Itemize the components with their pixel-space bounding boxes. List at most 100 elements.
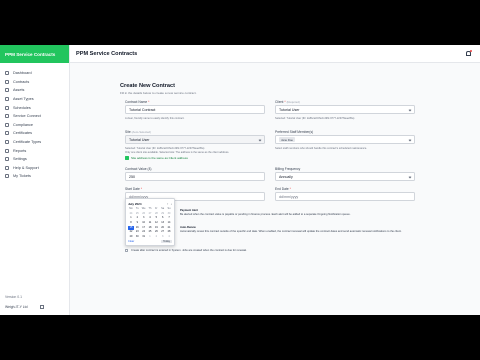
date-cell[interactable]: 1	[128, 216, 134, 220]
prev-month-icon[interactable]: ↑	[167, 202, 169, 206]
date-cell[interactable]: 6	[160, 216, 166, 220]
date-cell[interactable]: 9	[134, 221, 140, 225]
date-cell[interactable]: 14	[166, 221, 172, 225]
clear-button[interactable]: Clear	[128, 240, 134, 243]
sidebar-item-compliance[interactable]: Compliance	[0, 121, 69, 130]
list-icon	[5, 140, 9, 145]
ticket-icon	[5, 174, 9, 179]
date-cell[interactable]: 26	[141, 212, 147, 216]
date-cell[interactable]: 1	[147, 235, 153, 239]
contract-value-label: Contract Value (£)	[125, 167, 152, 171]
sidebar-item-label: Help & Support	[13, 165, 39, 170]
site-label: Site (Auto-Selected)	[125, 130, 152, 134]
sidebar-item-asset-types[interactable]: Asset Types	[0, 95, 69, 104]
date-cell[interactable]: 18	[147, 226, 153, 230]
chart-icon	[5, 148, 9, 153]
date-cell[interactable]: 4	[166, 235, 172, 239]
date-picker-popup: July 2024 ↑ ↓ Mo Tu We Th Fr Sa Su 24 25 26 27 28 29…	[125, 198, 175, 246]
date-cell[interactable]: 29	[128, 235, 134, 239]
sidebar-item-certificate-types[interactable]: Certificate Types	[0, 138, 69, 147]
sidebar-item-assets[interactable]: Assets	[0, 86, 69, 95]
end-date-input[interactable]: dd/mm/yyyy	[275, 192, 415, 201]
date-cell[interactable]: 16	[134, 226, 140, 230]
date-cell[interactable]: 19	[153, 226, 159, 230]
date-cell[interactable]: 27	[147, 212, 153, 216]
box-icon	[5, 88, 9, 93]
sidebar-item-label: My Tickets	[13, 174, 31, 179]
date-cell[interactable]: 8	[128, 221, 134, 225]
renewal-checkbox[interactable]	[125, 249, 129, 253]
date-cell[interactable]: 5	[153, 216, 159, 220]
user-menu[interactable]: Weigh-IT-Y Ltd	[5, 305, 44, 309]
date-cell[interactable]: 10	[141, 221, 147, 225]
date-cell[interactable]: 3	[160, 235, 166, 239]
site-select[interactable]: Tutorial User	[125, 135, 265, 144]
date-cell[interactable]: 3	[141, 216, 147, 220]
sidebar-item-certificates[interactable]: Certificates	[0, 129, 69, 138]
date-cell[interactable]: 13	[160, 221, 166, 225]
date-cell[interactable]: 29	[160, 212, 166, 216]
date-cell[interactable]: 23	[134, 230, 140, 234]
payment-alert-text: Be alerted when the contract value is pa…	[180, 213, 351, 216]
date-cell[interactable]: 30	[134, 235, 140, 239]
sidebar-item-label: Contracts	[13, 79, 30, 84]
date-cell[interactable]: 11	[147, 221, 153, 225]
sidebar-item-my-tickets[interactable]: My Tickets	[0, 172, 69, 181]
preferred-staff-select[interactable]: Jane Doe	[275, 135, 415, 144]
contract-value-input[interactable]: 250	[125, 172, 265, 181]
sidebar-item-settings[interactable]: Settings	[0, 155, 69, 164]
payment-alert-heading: Payment Alert	[180, 209, 198, 212]
renewal-note: Create after contract is entered in Syst…	[131, 249, 247, 252]
date-cell[interactable]: 2	[134, 216, 140, 220]
client-select[interactable]: Tutorial User	[275, 105, 415, 114]
date-cell[interactable]: 21	[166, 226, 172, 230]
contract-name-label: Contract Name *	[125, 100, 150, 104]
date-cell[interactable]: 4	[147, 216, 153, 220]
contract-name-input[interactable]: Tutorial Contract	[125, 105, 265, 114]
gear-icon	[5, 157, 9, 162]
today-button[interactable]: Today	[161, 240, 172, 244]
date-cell[interactable]: 7	[166, 216, 172, 220]
sidebar-item-label: Compliance	[13, 122, 34, 127]
weekday-label: We	[141, 207, 146, 210]
sidebar: PPM Service Contracts Dashboard Contracts…	[0, 45, 70, 315]
date-cell[interactable]: 17	[141, 226, 147, 230]
month-label[interactable]: July 2024	[128, 202, 142, 206]
date-cell[interactable]: 31	[141, 235, 147, 239]
sidebar-item-service-connect[interactable]: Service Connect	[0, 112, 69, 121]
billing-frequency-select[interactable]: Annually	[275, 172, 415, 181]
sidebar-item-help-support[interactable]: Help & Support	[0, 164, 69, 173]
date-picker-header: July 2024 ↑ ↓	[128, 201, 172, 206]
date-cell[interactable]: 22	[128, 230, 134, 234]
check-icon	[125, 156, 129, 160]
preferred-staff-label: Preferred Staff Member(s)	[275, 130, 314, 134]
date-cell[interactable]: 28	[153, 212, 159, 216]
date-cell[interactable]: 24	[128, 212, 134, 216]
sidebar-item-dashboard[interactable]: Dashboard	[0, 69, 69, 78]
client-label: Client * (Required)	[275, 100, 300, 104]
end-date-label: End Date *	[275, 187, 291, 191]
sidebar-item-schedules[interactable]: Schedules	[0, 103, 69, 112]
weekday-label: Th	[148, 207, 152, 210]
page-title: Create New Contract	[120, 83, 176, 89]
date-cell[interactable]: 26	[153, 230, 159, 234]
site-address-note: Site address is the same as Client addre…	[131, 156, 188, 160]
sidebar-item-label: Settings	[13, 157, 27, 162]
next-month-icon[interactable]: ↓	[171, 202, 173, 206]
date-cell[interactable]: 20	[160, 226, 166, 230]
date-cell[interactable]: 2	[153, 235, 159, 239]
sidebar-item-contracts[interactable]: Contracts	[0, 78, 69, 87]
date-cell[interactable]: 24	[141, 230, 147, 234]
date-cell[interactable]: 25	[134, 212, 140, 216]
date-cell[interactable]: 28	[166, 230, 172, 234]
sidebar-item-reports[interactable]: Reports	[0, 146, 69, 155]
date-cell[interactable]: 30	[166, 212, 172, 216]
logout-icon[interactable]	[39, 305, 44, 309]
staff-chip[interactable]: Jane Doe	[279, 137, 295, 142]
date-cell[interactable]: 12	[153, 221, 159, 225]
date-cell[interactable]: 27	[160, 230, 166, 234]
start-date-label: Start Date *	[125, 187, 143, 191]
billing-frequency-label: Billing Frequency	[275, 167, 301, 171]
date-cell[interactable]: 15	[128, 225, 134, 231]
date-cell[interactable]: 25	[147, 230, 153, 234]
